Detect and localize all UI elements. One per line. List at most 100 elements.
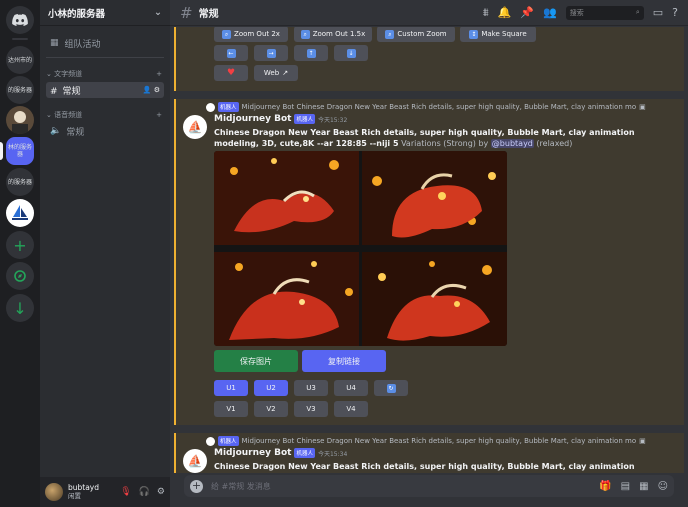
- threads-icon[interactable]: ⩩: [483, 6, 489, 20]
- image-grid[interactable]: [214, 151, 507, 346]
- image-icon: ▣: [639, 103, 646, 111]
- pin-icon[interactable]: 📌: [520, 6, 534, 19]
- arrow-up-icon: ↑: [306, 48, 316, 58]
- download-apps-icon[interactable]: ↓: [6, 294, 34, 322]
- variation-v3-button[interactable]: V3: [294, 401, 328, 417]
- refresh-icon: ↻: [386, 383, 396, 393]
- upscale-u2-button[interactable]: U2: [254, 380, 288, 396]
- pan-up-button[interactable]: ↑: [294, 45, 328, 61]
- make-square-button[interactable]: ↕ Make Square: [460, 27, 536, 42]
- zoom-out-icon: ⌕: [300, 29, 310, 39]
- gear-icon[interactable]: ⚙: [154, 86, 160, 94]
- message-author: Midjourney Bot 机器人 今天15:34: [214, 448, 348, 458]
- arrow-left-icon: ←: [226, 48, 236, 58]
- chevron-down-icon: ⌄: [154, 7, 162, 18]
- avatar[interactable]: [45, 483, 63, 501]
- add-attachment-icon[interactable]: +: [190, 479, 203, 493]
- generated-image-4[interactable]: [362, 252, 507, 346]
- guild-item-active[interactable]: 林的服务器: [6, 137, 34, 165]
- user-settings-gear-icon[interactable]: ⚙: [157, 487, 165, 497]
- favorite-button[interactable]: ♥: [214, 65, 248, 81]
- generated-image-1[interactable]: [214, 151, 359, 245]
- zoom-out-2x-button[interactable]: ⌕ Zoom Out 2x: [214, 27, 288, 42]
- heart-icon: ♥: [226, 68, 236, 78]
- guild-avatar-item[interactable]: [6, 106, 34, 134]
- divider: [46, 57, 164, 58]
- guild-sailboat-icon[interactable]: [6, 199, 34, 227]
- variation-v1-button[interactable]: V1: [214, 401, 248, 417]
- chat-area: # 常规 ⩩ 🔔 📌 👥 搜索 ⌕ ▭ ? ⌕ Zoom Out 2x ⌕ Zoom…: [170, 0, 688, 507]
- pan-left-button[interactable]: ←: [214, 45, 248, 61]
- message-input[interactable]: 给 #常规 发消息: [211, 481, 271, 492]
- add-member-icon[interactable]: 👤: [143, 86, 152, 94]
- upscale-u1-button[interactable]: U1: [214, 380, 248, 396]
- message-reply-preview: 机器人 Midjourney Bot Chinese Dragon New Ye…: [206, 102, 656, 112]
- events-item[interactable]: ▦ 组队活动: [46, 35, 164, 51]
- add-channel-icon[interactable]: +: [156, 70, 162, 78]
- channel-title: 常规: [198, 9, 219, 20]
- variation-v2-button[interactable]: V2: [254, 401, 288, 417]
- arrow-right-icon: →: [266, 48, 276, 58]
- zoom-out-1-5x-button[interactable]: ⌕ Zoom Out 1.5x: [294, 27, 372, 42]
- channel-item-general[interactable]: # 常规 👤 ⚙: [46, 82, 164, 98]
- upscale-u4-button[interactable]: U4: [334, 380, 368, 396]
- voice-channel-item[interactable]: 🔈 常规: [46, 123, 164, 139]
- user-mention[interactable]: @bubtayd: [490, 139, 534, 148]
- guild-item[interactable]: 的服务器: [6, 76, 34, 104]
- image-icon: ▣: [639, 437, 646, 445]
- server-rail: 达州市的 的服务器 林的服务器 的服务器 + ↓: [0, 0, 40, 507]
- message-item: 机器人 Midjourney Bot Chinese Dragon New Ye…: [174, 99, 684, 425]
- custom-zoom-button[interactable]: ⌕ Custom Zoom: [377, 27, 455, 42]
- reroll-button[interactable]: ↻: [374, 380, 408, 396]
- generated-image-2[interactable]: [362, 151, 507, 245]
- gif-icon[interactable]: ▤: [621, 481, 630, 492]
- text-category[interactable]: ⌄ 文字频道 +: [46, 68, 162, 80]
- zoom-icon: ⌕: [385, 29, 395, 39]
- events-label: 组队活动: [64, 39, 101, 50]
- speaker-icon: 🔈: [50, 126, 62, 136]
- variation-v4-button[interactable]: V4: [334, 401, 368, 417]
- copy-link-button[interactable]: 复制链接: [302, 350, 386, 372]
- search-input[interactable]: 搜索 ⌕: [565, 5, 644, 20]
- pan-right-button[interactable]: →: [254, 45, 288, 61]
- emoji-icon[interactable]: ☺: [658, 481, 668, 492]
- discord-home-icon[interactable]: [6, 6, 34, 34]
- bot-avatar[interactable]: ⛵: [183, 449, 207, 473]
- bell-icon[interactable]: 🔔: [498, 6, 512, 19]
- message-composer[interactable]: + 给 #常规 发消息 🎁 ▤ ▦ ☺: [184, 475, 674, 497]
- guild-item[interactable]: 的服务器: [6, 168, 34, 196]
- channel-sidebar: 小林的服务器 ⌄ ▦ 组队活动 ⌄ 文字频道 + # 常规 👤 ⚙ ⌄ 语音频道 …: [40, 0, 170, 507]
- guild-item[interactable]: 达州市的: [6, 46, 34, 74]
- add-server-icon[interactable]: +: [6, 231, 34, 259]
- message-author: Midjourney Bot 机器人 今天15:32: [214, 114, 348, 124]
- bot-avatar[interactable]: ⛵: [183, 115, 207, 139]
- generated-image-3[interactable]: [214, 252, 359, 346]
- active-guild-pill: [0, 142, 3, 160]
- calendar-icon: ▦: [50, 38, 59, 48]
- explore-servers-icon[interactable]: [6, 262, 34, 290]
- add-channel-icon[interactable]: +: [156, 111, 162, 119]
- zoom-out-icon: ⌕: [222, 29, 232, 39]
- upscale-u3-button[interactable]: U3: [294, 380, 328, 396]
- gift-icon[interactable]: 🎁: [599, 481, 611, 492]
- server-header[interactable]: 小林的服务器 ⌄: [40, 0, 170, 26]
- member-list-icon[interactable]: 👥: [543, 6, 557, 19]
- hash-icon: #: [50, 86, 58, 97]
- web-link-button[interactable]: Web ↗: [254, 65, 298, 81]
- user-status: 闲置: [68, 492, 81, 500]
- chevron-down-icon: ⌄: [46, 111, 55, 119]
- message-list: ⌕ Zoom Out 2x ⌕ Zoom Out 1.5x ⌕ Custom Zoom…: [170, 27, 688, 473]
- inbox-icon[interactable]: ▭: [653, 6, 663, 19]
- mute-mic-icon[interactable]: 🎙: [120, 487, 131, 497]
- sticker-icon[interactable]: ▦: [639, 481, 648, 492]
- message-reply-preview: 机器人 Midjourney Bot Chinese Dragon New Ye…: [206, 436, 656, 446]
- pan-down-button[interactable]: ↓: [334, 45, 368, 61]
- message-item: 机器人 Midjourney Bot Chinese Dragon New Ye…: [174, 433, 684, 473]
- save-image-button[interactable]: 保存图片: [214, 350, 298, 372]
- reply-avatar-icon: [206, 436, 215, 446]
- voice-category[interactable]: ⌄ 语音频道 +: [46, 109, 162, 121]
- arrow-down-icon: ↓: [346, 48, 356, 58]
- headphones-icon[interactable]: 🎧: [139, 487, 150, 497]
- rail-separator: [12, 38, 28, 40]
- help-icon[interactable]: ?: [672, 6, 678, 19]
